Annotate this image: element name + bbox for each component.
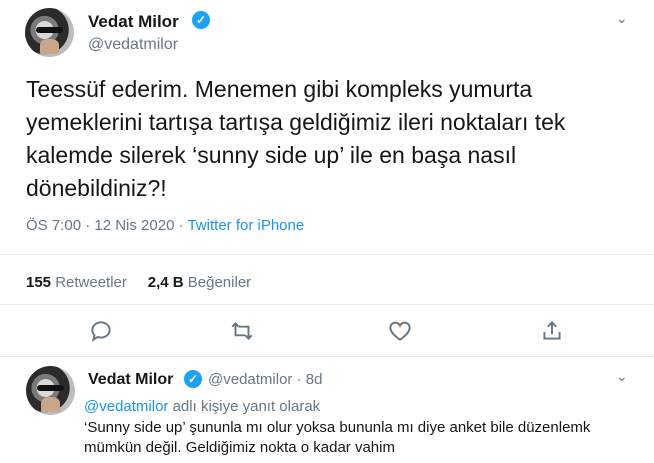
tweet-source-link[interactable]: Twitter for iPhone <box>187 217 304 234</box>
reply-author-avatar[interactable] <box>26 366 75 415</box>
author-name[interactable]: Vedat Milor <box>88 12 179 32</box>
divider <box>0 304 654 305</box>
retweets-count: 155 <box>26 274 52 291</box>
verified-badge-icon: ✓ <box>184 370 202 388</box>
divider <box>0 254 654 255</box>
retweet-icon[interactable] <box>229 318 255 344</box>
reply-mention-link[interactable]: @vedatmilor <box>84 398 168 415</box>
replying-to: @vedatmilor adlı kişiye yanıt olarak <box>84 398 320 415</box>
tweet-text: Teessüf ederim. Menemen gibi kompleks yu… <box>26 76 566 201</box>
heart-icon[interactable] <box>387 318 413 344</box>
chevron-down-icon[interactable]: ⌄ <box>616 368 628 385</box>
retweets-stat[interactable]: 155 Retweetler <box>26 274 127 291</box>
retweets-label: Retweetler <box>51 274 127 291</box>
reply-author-handle[interactable]: @vedatmilor · 8d <box>208 371 322 388</box>
reply-text: ‘Sunny side up’ şununla mı olur yoksa bu… <box>84 419 591 456</box>
likes-label: Beğeniler <box>183 274 252 291</box>
reply-author-name[interactable]: Vedat Milor <box>88 371 173 389</box>
verified-badge-icon: ✓ <box>192 11 210 29</box>
reply-to-label: adlı kişiye yanıt olarak <box>168 398 321 415</box>
tweet-meta: ÖS 7:00 · 12 Nis 2020 · Twitter for iPho… <box>26 217 304 234</box>
divider <box>0 356 654 357</box>
author-avatar[interactable] <box>25 8 74 57</box>
likes-stat[interactable]: 2,4 B Beğeniler <box>148 274 251 291</box>
share-icon[interactable] <box>539 318 565 344</box>
author-handle[interactable]: @vedatmilor <box>88 36 178 54</box>
tweet-stats: 155 Retweetler 2,4 B Beğeniler <box>26 274 251 291</box>
likes-count: 2,4 B <box>147 274 184 291</box>
reply-icon[interactable] <box>88 318 114 344</box>
chevron-down-icon[interactable]: ⌄ <box>616 10 628 27</box>
tweet-timestamp[interactable]: ÖS 7:00 · 12 Nis 2020 · <box>26 217 187 234</box>
